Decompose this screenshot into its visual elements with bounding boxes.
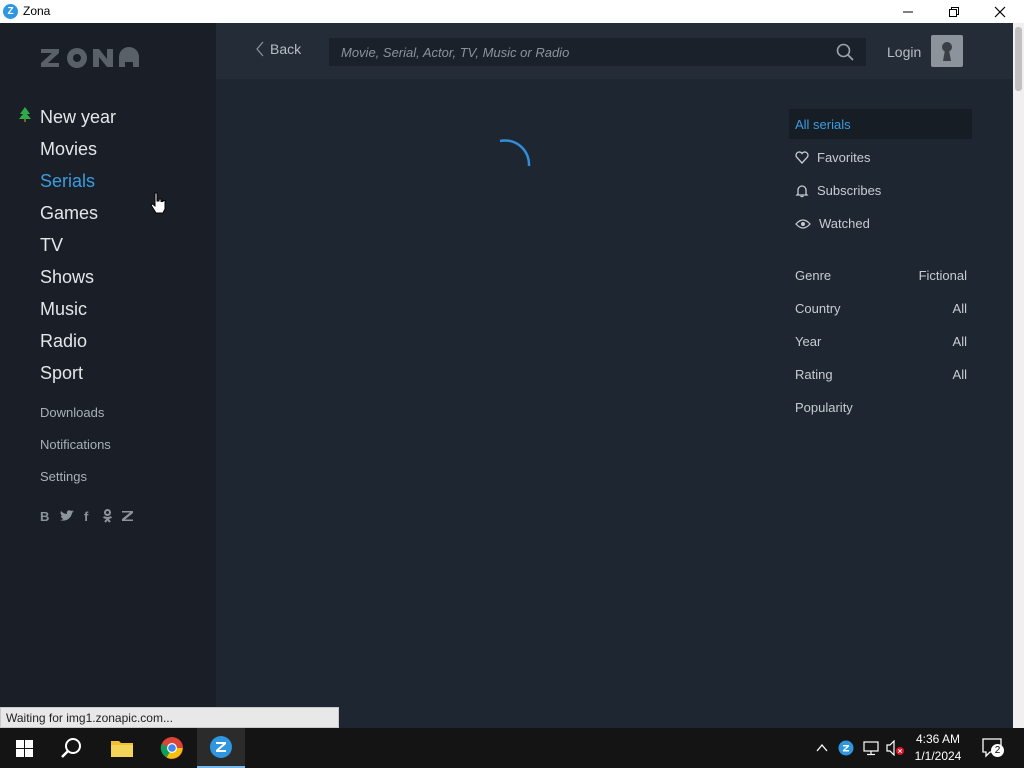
filter-country-value[interactable]: All: [953, 301, 967, 316]
avatar[interactable]: [931, 35, 963, 67]
filter-rating-value[interactable]: All: [953, 367, 967, 382]
action-center-button[interactable]: 2: [982, 738, 1004, 763]
network-icon[interactable]: [862, 740, 880, 756]
volume-muted-icon[interactable]: [886, 740, 906, 756]
clock[interactable]: 4:36 AM 1/1/2024: [906, 731, 970, 765]
file-explorer-button[interactable]: [98, 728, 146, 768]
top-bar: Back Login: [216, 23, 1013, 79]
tab-favorites-label: Favorites: [817, 150, 871, 165]
filter-country-label[interactable]: Country: [795, 301, 841, 316]
bell-icon: [795, 184, 809, 197]
eye-icon: [795, 218, 811, 229]
close-button[interactable]: [977, 0, 1023, 23]
filter-genre-value[interactable]: Fictional: [919, 268, 967, 283]
nav-notifications[interactable]: Notifications: [40, 437, 111, 452]
tab-subscribes-label: Subscribes: [817, 183, 882, 198]
odnoklassniki-icon[interactable]: [102, 509, 113, 526]
back-label: Back: [270, 41, 302, 57]
minimize-button[interactable]: [885, 0, 931, 23]
tab-all-serials-label: All serials: [795, 117, 851, 132]
sidebar: New year Movies Serials Games TV Shows M…: [0, 23, 216, 728]
start-button[interactable]: [0, 728, 48, 768]
zona-social-icon[interactable]: [121, 510, 134, 525]
notification-count: 2: [991, 744, 1004, 757]
tab-watched-label: Watched: [819, 216, 870, 231]
chevron-left-icon: [256, 41, 264, 57]
zona-icon: [210, 736, 232, 758]
tab-watched[interactable]: Watched: [795, 216, 870, 231]
scrollbar-thumb[interactable]: [1015, 27, 1022, 91]
nav-downloads[interactable]: Downloads: [40, 405, 104, 420]
back-button[interactable]: Back: [256, 41, 301, 57]
zona-taskbar-button[interactable]: [197, 728, 245, 768]
filter-genre-label[interactable]: Genre: [795, 268, 831, 283]
vk-link[interactable]: B: [40, 509, 49, 524]
search-icon: [61, 738, 81, 758]
zona-app-icon: Z: [3, 4, 18, 19]
chrome-button[interactable]: [148, 728, 196, 768]
twitter-icon[interactable]: [60, 510, 74, 525]
tab-favorites[interactable]: Favorites: [795, 150, 870, 165]
windows-icon: [15, 739, 33, 757]
taskbar-search-button[interactable]: [48, 728, 96, 768]
nav-radio[interactable]: Radio: [40, 331, 87, 352]
nav-music[interactable]: Music: [40, 299, 87, 320]
search-box: [329, 38, 866, 66]
nav-games[interactable]: Games: [40, 203, 98, 224]
nav-tv[interactable]: TV: [40, 235, 63, 256]
filter-year-value[interactable]: All: [953, 334, 967, 349]
status-text: Waiting for img1.zonapic.com...: [6, 711, 173, 725]
chrome-icon: [160, 737, 183, 759]
window-title: Zona: [23, 4, 51, 18]
search-icon[interactable]: [836, 43, 854, 61]
tree-icon: [18, 107, 32, 128]
filter-year-label[interactable]: Year: [795, 334, 821, 349]
nav-new-year[interactable]: New year: [40, 107, 116, 128]
sort-popularity[interactable]: Popularity: [795, 400, 853, 415]
nav-settings[interactable]: Settings: [40, 469, 87, 484]
tab-all-serials[interactable]: All serials: [789, 109, 972, 139]
clock-date: 1/1/2024: [914, 749, 962, 763]
folder-icon: [111, 741, 133, 757]
nav-serials[interactable]: Serials: [40, 171, 95, 192]
chevron-up-icon[interactable]: [816, 743, 828, 753]
login-button[interactable]: Login: [887, 44, 921, 60]
heart-icon: [795, 151, 809, 164]
filter-rating-label[interactable]: Rating: [795, 367, 833, 382]
nav-sport[interactable]: Sport: [40, 363, 83, 384]
taskbar: 4:36 AM 1/1/2024 2: [0, 728, 1024, 768]
scrollbar[interactable]: [1013, 23, 1024, 728]
clock-time: 4:36 AM: [915, 732, 961, 746]
tab-subscribes[interactable]: Subscribes: [795, 183, 881, 198]
zona-logo[interactable]: [39, 47, 141, 69]
search-input[interactable]: [329, 38, 843, 66]
facebook-link[interactable]: f: [84, 509, 88, 524]
restore-button[interactable]: [931, 0, 977, 23]
nav-movies[interactable]: Movies: [40, 139, 97, 160]
hand-cursor-icon: [150, 192, 166, 214]
title-bar: Z Zona: [0, 0, 1024, 23]
user-icon: [942, 42, 952, 61]
nav-shows[interactable]: Shows: [40, 267, 94, 288]
loading-spinner: [499, 139, 531, 167]
status-bar: Waiting for img1.zonapic.com...: [0, 707, 339, 728]
zona-tray-icon[interactable]: [838, 740, 854, 756]
